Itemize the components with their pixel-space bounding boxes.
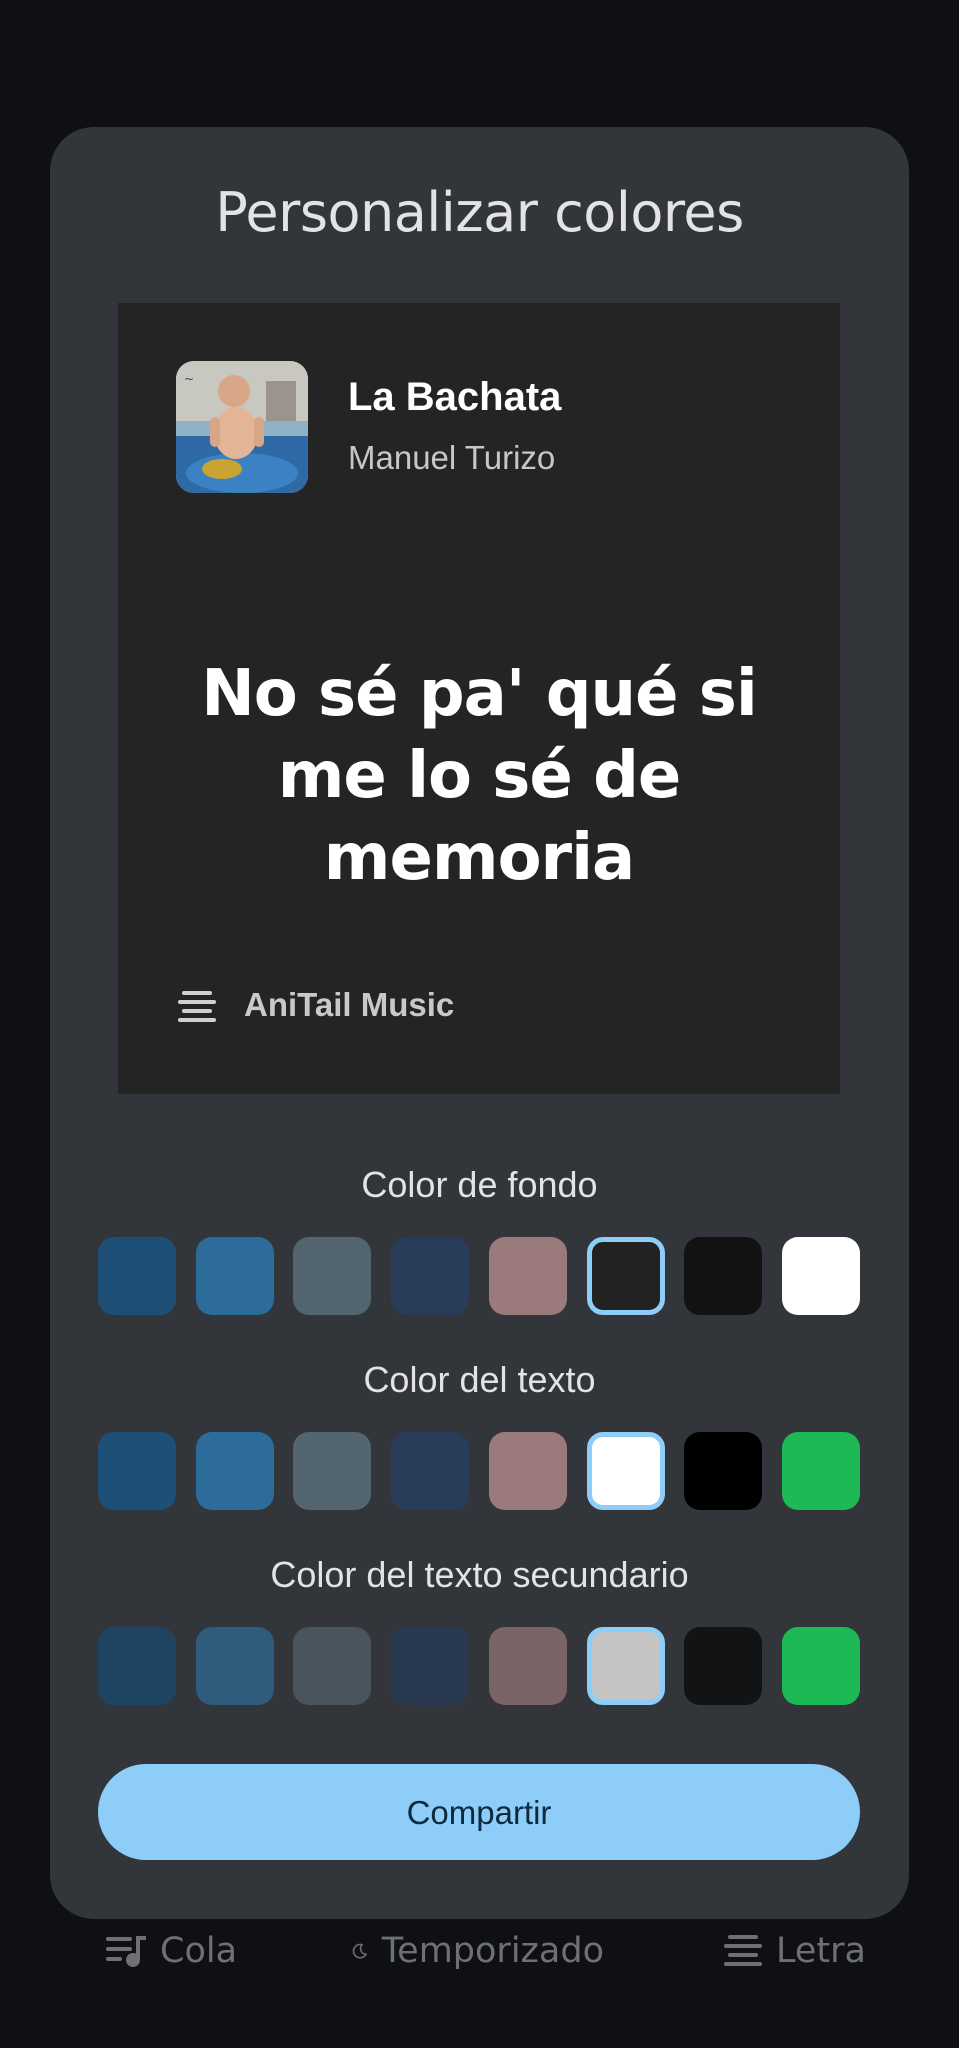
- color-swatch[interactable]: [391, 1627, 469, 1705]
- lyric-text: No sé pa' qué si me lo sé de memoria: [201, 657, 758, 895]
- secondary-text-color-label: Color del texto secundario: [270, 1554, 689, 1595]
- color-swatch[interactable]: [587, 1627, 665, 1705]
- color-swatch[interactable]: [98, 1237, 176, 1315]
- lyrics-icon: [178, 991, 216, 1022]
- song-artist: Manuel Turizo: [348, 439, 556, 476]
- color-swatch[interactable]: [782, 1237, 860, 1315]
- dialog-title: Personalizar colores: [215, 181, 744, 244]
- color-swatch[interactable]: [587, 1432, 665, 1510]
- customize-colors-dialog: Personalizar colores ~ La Bachata Manuel…: [50, 127, 909, 1919]
- background-color-label: Color de fondo: [361, 1164, 598, 1205]
- color-swatch[interactable]: [293, 1432, 371, 1510]
- color-swatch[interactable]: [391, 1237, 469, 1315]
- queue-icon: [106, 1936, 146, 1967]
- color-swatch[interactable]: [489, 1237, 567, 1315]
- color-swatch[interactable]: [684, 1627, 762, 1705]
- tab-sleep-timer[interactable]: Temporizado: [352, 1925, 604, 1977]
- tab-sleep-timer-label: Temporizado: [381, 1931, 604, 1971]
- tab-queue[interactable]: Cola: [106, 1925, 237, 1977]
- color-swatch[interactable]: [489, 1627, 567, 1705]
- brand-name: AniTail Music: [244, 986, 455, 1023]
- text-color-swatches: [98, 1432, 860, 1510]
- color-swatch[interactable]: [489, 1432, 567, 1510]
- tab-lyrics-label: Letra: [776, 1931, 866, 1971]
- color-swatch[interactable]: [196, 1432, 274, 1510]
- color-swatch[interactable]: [98, 1627, 176, 1705]
- color-swatch[interactable]: [196, 1237, 274, 1315]
- moon-icon: [352, 1943, 367, 1959]
- album-art: ~: [176, 361, 308, 493]
- lyrics-share-preview: ~ La Bachata Manuel Turizo No sé pa' qué…: [118, 303, 840, 1094]
- text-color-label: Color del texto: [363, 1359, 596, 1400]
- song-title: La Bachata: [348, 375, 562, 419]
- color-swatch[interactable]: [587, 1237, 665, 1315]
- color-swatch[interactable]: [782, 1432, 860, 1510]
- color-swatch[interactable]: [684, 1237, 762, 1315]
- secondary-text-color-swatches: [98, 1627, 860, 1705]
- tab-lyrics[interactable]: Letra: [724, 1925, 866, 1977]
- lyrics-tab-icon: [724, 1935, 762, 1966]
- color-swatch[interactable]: [782, 1627, 860, 1705]
- color-swatch[interactable]: [196, 1627, 274, 1705]
- color-swatch[interactable]: [391, 1432, 469, 1510]
- share-button[interactable]: Compartir: [98, 1764, 860, 1860]
- tab-queue-label: Cola: [160, 1931, 238, 1971]
- svg-text:~: ~: [184, 372, 194, 386]
- color-swatch[interactable]: [684, 1432, 762, 1510]
- color-swatch[interactable]: [98, 1432, 176, 1510]
- color-swatch[interactable]: [293, 1627, 371, 1705]
- background-color-swatches: [98, 1237, 860, 1315]
- color-swatch[interactable]: [293, 1237, 371, 1315]
